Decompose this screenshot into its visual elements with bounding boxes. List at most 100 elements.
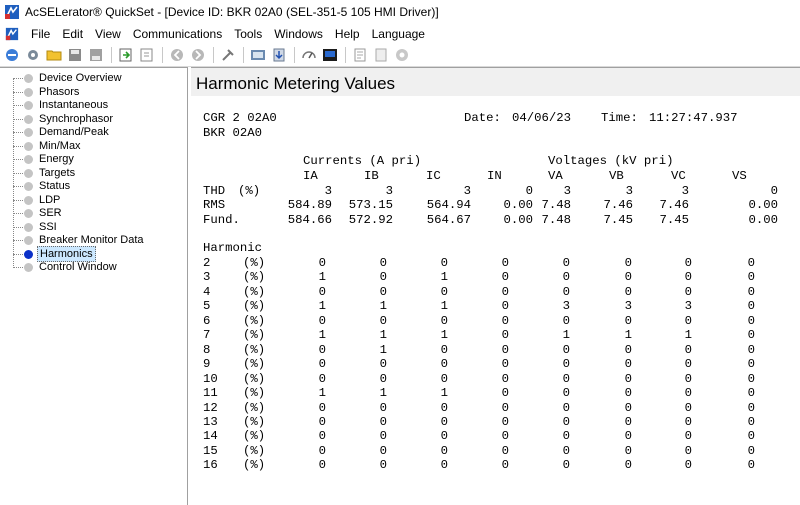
tree-item-harmonics[interactable]: Harmonics — [0, 245, 186, 262]
harmonic-value-ia: 0 — [318, 400, 326, 415]
harmonic-value-vb: 3 — [624, 299, 632, 314]
selected-node-icon — [24, 249, 33, 259]
back-icon[interactable] — [169, 47, 185, 63]
summary-value-ib: 572.92 — [348, 212, 393, 227]
summary-row-label: Fund. — [203, 212, 240, 227]
harmonic-value-in: 0 — [501, 371, 509, 386]
harmonic-value-ia: 0 — [318, 429, 326, 444]
tree-item-status[interactable]: Status — [0, 180, 186, 193]
download-icon[interactable] — [271, 47, 287, 63]
tree-item-ser[interactable]: SER — [0, 207, 186, 220]
harmonic-value-vb: 1 — [624, 328, 632, 343]
tools-icon[interactable] — [220, 47, 236, 63]
harmonic-value-ia: 0 — [318, 357, 326, 372]
summary-row-unit: (%) — [238, 183, 261, 198]
tree-item-demand-peak[interactable]: Demand/Peak — [0, 126, 186, 139]
harmonic-value-in: 0 — [501, 400, 509, 415]
tree-item-label: Control Window — [39, 261, 117, 273]
help-icon[interactable] — [394, 47, 410, 63]
harmonic-value-vs: 0 — [747, 458, 755, 473]
tree-item-energy[interactable]: Energy — [0, 153, 186, 166]
menu-language[interactable]: Language — [366, 24, 431, 44]
harmonic-value-vb: 0 — [624, 386, 632, 401]
forward-icon[interactable] — [190, 47, 206, 63]
harmonic-value-ic: 0 — [440, 357, 448, 372]
meter-icon[interactable] — [301, 47, 317, 63]
tree-item-synchrophasor[interactable]: Synchrophasor — [0, 113, 186, 126]
tree-item-ssi[interactable]: SSI — [0, 221, 186, 234]
connect-icon[interactable] — [4, 47, 20, 63]
harmonic-unit: (%) — [243, 414, 266, 429]
tree-connector — [13, 132, 23, 133]
tree-item-ldp[interactable]: LDP — [0, 194, 186, 207]
summary-value-ia: 584.66 — [287, 212, 332, 227]
harmonic-value-ia: 1 — [318, 328, 326, 343]
harmonic-order: 3 — [203, 270, 211, 285]
harmonic-value-va: 3 — [562, 299, 570, 314]
menu-view[interactable]: View — [89, 24, 127, 44]
tree-item-label: Min/Max — [39, 139, 81, 152]
menu-edit[interactable]: Edit — [56, 24, 89, 44]
harmonic-unit: (%) — [243, 443, 266, 458]
column-header-ic: IC — [426, 169, 441, 183]
harmonic-order: 12 — [203, 400, 218, 415]
summary-value-ib: 573.15 — [348, 198, 393, 213]
terminal-icon[interactable] — [250, 47, 266, 63]
harmonic-order: 11 — [203, 386, 218, 401]
harmonic-value-vc: 0 — [684, 270, 692, 285]
menu-tools[interactable]: Tools — [228, 24, 268, 44]
harmonic-value-vs: 0 — [747, 270, 755, 285]
harmonic-value-vs: 0 — [747, 414, 755, 429]
toolbar-separator — [293, 47, 295, 63]
harmonic-order: 5 — [203, 299, 211, 314]
import-icon[interactable] — [118, 47, 134, 63]
tree-item-targets[interactable]: Targets — [0, 167, 186, 180]
harmonic-value-vs: 0 — [747, 328, 755, 343]
harmonic-value-in: 0 — [501, 299, 509, 314]
summary-value-vc: 7.45 — [659, 212, 689, 227]
tree-item-label: Targets — [39, 166, 76, 179]
harmonic-unit: (%) — [243, 284, 266, 299]
toolbar — [0, 44, 800, 67]
tree-item-device-overview[interactable]: Device Overview — [0, 72, 186, 85]
harmonic-section-label: Harmonic — [203, 241, 263, 255]
harmonics-panel: Harmonic Metering Values CGR 2 02A0 BKR 0… — [191, 67, 800, 505]
open-folder-icon[interactable] — [46, 47, 62, 63]
harmonic-value-vs: 0 — [747, 371, 755, 386]
report-icon[interactable] — [352, 47, 368, 63]
hmi-icon[interactable] — [322, 47, 338, 63]
harmonic-value-vs: 0 — [747, 342, 755, 357]
tree-item-min-max[interactable]: Min/Max — [0, 140, 186, 153]
tree-item-instantaneous[interactable]: Instantaneous — [0, 99, 186, 112]
summary-value-ic: 564.67 — [426, 212, 471, 227]
menu-file[interactable]: File — [25, 24, 56, 44]
settings-icon[interactable] — [25, 47, 41, 63]
save-icon[interactable] — [67, 47, 83, 63]
harmonic-value-ia: 0 — [318, 284, 326, 299]
harmonic-value-vc: 0 — [684, 386, 692, 401]
panel-title: Harmonic Metering Values — [196, 74, 396, 93]
save-all-icon[interactable] — [88, 47, 104, 63]
harmonic-value-vc: 0 — [684, 256, 692, 270]
harmonic-value-va: 1 — [562, 328, 570, 343]
export-icon[interactable] — [139, 47, 155, 63]
harmonic-value-ic: 0 — [440, 371, 448, 386]
tree-item-phasors[interactable]: Phasors — [0, 86, 186, 99]
node-icon — [24, 87, 33, 97]
harmonic-value-vb: 0 — [624, 284, 632, 299]
harmonic-value-ic: 0 — [440, 342, 448, 357]
page-icon[interactable] — [373, 47, 389, 63]
tree-item-label: SER — [39, 207, 62, 219]
harmonic-value-ib: 0 — [379, 458, 387, 473]
menu-communications[interactable]: Communications — [127, 24, 228, 44]
menu-help[interactable]: Help — [329, 24, 366, 44]
menu-windows[interactable]: Windows — [268, 24, 329, 44]
column-header-ib: IB — [364, 169, 379, 183]
document-icon[interactable] — [5, 27, 19, 41]
date-value: 04/06/23 — [512, 111, 572, 125]
tree-connector — [13, 226, 23, 228]
tree-item-control-window[interactable]: Control Window — [0, 261, 186, 274]
harmonic-value-vb: 0 — [624, 443, 632, 458]
harmonic-order: 2 — [203, 256, 211, 270]
tree-connector — [13, 199, 23, 201]
